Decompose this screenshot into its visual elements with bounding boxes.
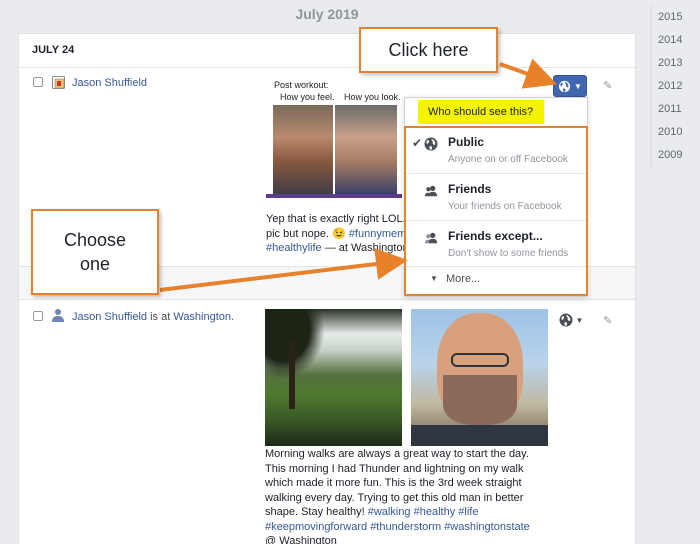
choose-one-text-line2: one [79, 254, 111, 274]
choose-one-text-line1: Choose [63, 230, 127, 250]
choose-one-callout: Choose one [31, 209, 159, 295]
arrow-to-audience-button [499, 58, 558, 89]
click-here-callout: Click here [359, 27, 498, 73]
click-here-text: Click here [388, 40, 469, 60]
arrow-to-options [159, 248, 408, 292]
